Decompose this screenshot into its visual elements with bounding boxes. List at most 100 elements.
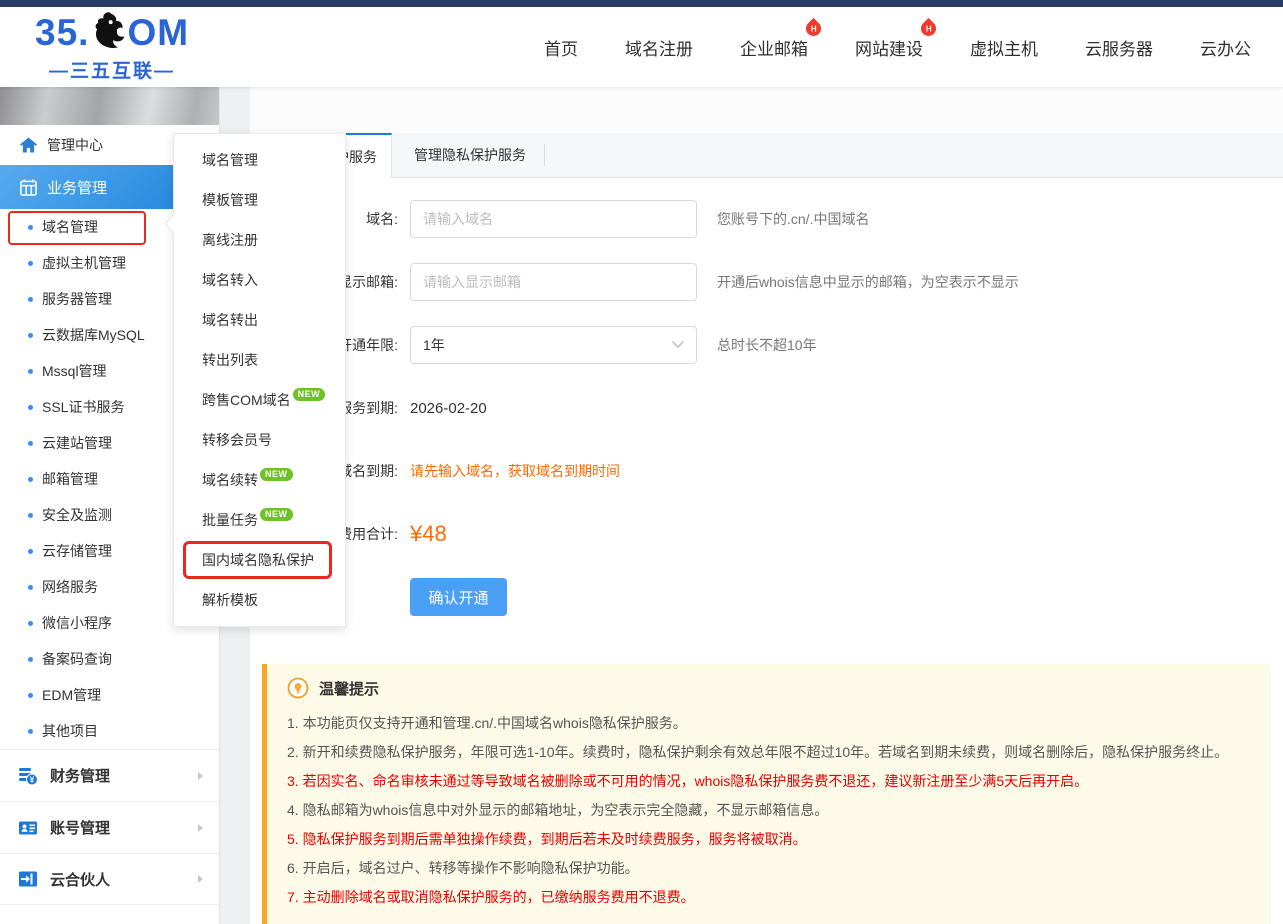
warm-tips-header: 温馨提示	[287, 677, 1251, 699]
sidebar-item-label: Mssql管理	[42, 361, 107, 381]
sidebar-item-label: 管理中心	[47, 135, 103, 155]
flyout-item-dns-template[interactable]: 解析模板	[174, 580, 345, 620]
hot-flame-icon: H	[803, 17, 824, 38]
sidebar-item-label: 虚拟主机管理	[42, 253, 126, 273]
new-badge: NEW	[260, 508, 293, 521]
sidebar-item-label: EDM管理	[42, 685, 101, 705]
tip-item: 6. 开启后，域名过户、转移等操作不影响隐私保护功能。	[287, 854, 1251, 883]
main-nav: 首页 域名注册 企业邮箱H 网站建设H 虚拟主机 云服务器 云办公	[544, 35, 1251, 60]
sidebar-item-label: 备案码查询	[42, 649, 112, 669]
sidebar-item-label: 其他项目	[42, 721, 98, 741]
bullet-icon	[28, 261, 33, 266]
bullet-icon	[28, 405, 33, 410]
display-email-input[interactable]	[410, 263, 697, 301]
account-card-icon	[18, 818, 38, 838]
years-selected-value: 1年	[423, 335, 445, 355]
sidebar-item-edm[interactable]: EDM管理	[0, 677, 219, 713]
bullet-icon	[28, 225, 33, 230]
bullet-icon	[28, 585, 33, 590]
bullet-icon	[28, 729, 33, 734]
bullet-icon	[28, 441, 33, 446]
flyout-item-domestic-domain-privacy[interactable]: 国内域名隐私保护	[174, 540, 345, 580]
nav-item-website-building[interactable]: 网站建设H	[855, 35, 923, 60]
form-row-domain: 域名: 您账号下的.cn/.中国域名	[250, 200, 1283, 238]
chevron-right-icon	[198, 772, 203, 780]
home-icon	[20, 137, 37, 153]
sidebar-item-other-projects[interactable]: 其他项目	[0, 713, 219, 749]
sidebar-item-label: 云存储管理	[42, 541, 112, 561]
nav-item-enterprise-mail[interactable]: 企业邮箱H	[740, 35, 808, 60]
flyout-item-offline-register[interactable]: 离线注册	[174, 220, 345, 260]
sidebar-section-label: 财务管理	[50, 765, 110, 786]
domain-management-flyout-menu: 域名管理 模板管理 离线注册 域名转入 域名转出 转出列表 跨售COM域名NEW…	[173, 133, 346, 627]
sidebar-item-label: 网络服务	[42, 577, 98, 597]
sidebar-section-cloud-partner[interactable]: 云合伙人	[0, 853, 219, 905]
bullet-icon	[28, 477, 33, 482]
flyout-item-domain-transfer-out[interactable]: 域名转出	[174, 300, 345, 340]
flyout-item-domain-management[interactable]: 域名管理	[174, 140, 345, 180]
nav-item-virtual-host[interactable]: 虚拟主机	[970, 35, 1038, 60]
logo-text-left: 35.	[35, 14, 89, 51]
flyout-item-transfer-out-list[interactable]: 转出列表	[174, 340, 345, 380]
bullet-icon	[28, 657, 33, 662]
flyout-item-batch-tasks[interactable]: 批量任务NEW	[174, 500, 345, 540]
sidebar-item-icp-code-query[interactable]: 备案码查询	[0, 641, 219, 677]
bullet-icon	[28, 369, 33, 374]
form-row-service-expiry: 服务到期: 2026-02-20	[250, 389, 1283, 427]
sidebar-item-label: 域名管理	[42, 217, 98, 237]
tab-manage-privacy-service[interactable]: 管理隐私保护服务	[400, 133, 540, 177]
top-accent-bar	[0, 0, 1283, 7]
site-header: 35. OM —三五互联— 首页 域名注册 企业邮箱H 网站建设H 虚拟主机 云…	[0, 7, 1283, 87]
tip-item: 3. 若因实名、命名审核未通过等导致域名被删除或不可用的情况，whois隐私保护…	[287, 767, 1251, 796]
bullet-icon	[28, 693, 33, 698]
hot-flame-icon: H	[918, 17, 939, 38]
privacy-open-form: 域名: 您账号下的.cn/.中国域名 显示邮箱: 开通后whois信息中显示的邮…	[250, 178, 1283, 641]
years-select[interactable]: 1年	[410, 326, 697, 364]
finance-coins-icon: ¥	[18, 766, 38, 786]
sidebar-item-label: 云建站管理	[42, 433, 112, 453]
lightbulb-icon	[287, 677, 309, 699]
bullet-icon	[28, 513, 33, 518]
nav-item-cloud-office[interactable]: 云办公	[1200, 35, 1251, 60]
confirm-open-button[interactable]: 确认开通	[410, 578, 507, 616]
dragon-logo-icon	[90, 11, 126, 53]
flyout-item-domain-renew-transfer[interactable]: 域名续转NEW	[174, 460, 345, 500]
bullet-icon	[28, 333, 33, 338]
nav-item-domain-register[interactable]: 域名注册	[625, 35, 693, 60]
form-row-years: 开通年限: 1年 总时长不超10年	[250, 326, 1283, 364]
sidebar-item-label: 微信小程序	[42, 613, 112, 633]
warm-tips-title: 温馨提示	[319, 678, 379, 699]
sidebar-section-label: 账号管理	[50, 817, 110, 838]
sidebar-banner-image	[0, 87, 219, 125]
display-email-hint: 开通后whois信息中显示的邮箱，为空表示不显示	[717, 272, 1019, 292]
flyout-item-template-management[interactable]: 模板管理	[174, 180, 345, 220]
domain-hint: 您账号下的.cn/.中国域名	[717, 209, 869, 229]
partner-arrow-icon	[18, 869, 38, 889]
calendar-grid-icon	[20, 179, 37, 196]
tip-item: 2. 新开和续费隐私保护服务，年限可选1-10年。续费时，隐私保护剩余有效总年限…	[287, 738, 1251, 767]
sidebar-section-finance[interactable]: ¥ 财务管理	[0, 749, 219, 801]
total-fee-value: ¥48	[410, 521, 447, 547]
sidebar-section-account[interactable]: 账号管理	[0, 801, 219, 853]
domain-input[interactable]	[410, 200, 697, 238]
sidebar-item-label: SSL证书服务	[42, 397, 124, 417]
nav-item-home[interactable]: 首页	[544, 35, 578, 60]
nav-item-cloud-server[interactable]: 云服务器	[1085, 35, 1153, 60]
flyout-item-domain-transfer-in[interactable]: 域名转入	[174, 260, 345, 300]
bullet-icon	[28, 297, 33, 302]
new-badge: NEW	[293, 388, 326, 401]
flyout-item-transfer-member-id[interactable]: 转移会员号	[174, 420, 345, 460]
svg-text:¥: ¥	[30, 775, 35, 784]
sidebar-item-label: 云数据库MySQL	[42, 325, 145, 345]
flyout-item-cross-sell-com-domain[interactable]: 跨售COM域名NEW	[174, 380, 345, 420]
bullet-icon	[28, 621, 33, 626]
new-badge: NEW	[260, 468, 293, 481]
tab-bar: 开通隐私保护服务 管理隐私保护服务	[250, 133, 1283, 178]
sidebar-item-label: 安全及监测	[42, 505, 112, 525]
logo-subtitle: —三五互联—	[35, 56, 189, 83]
form-row-display-email: 显示邮箱: 开通后whois信息中显示的邮箱，为空表示不显示	[250, 263, 1283, 301]
sidebar-section-label: 云合伙人	[50, 869, 110, 890]
site-logo[interactable]: 35. OM —三五互联—	[35, 11, 189, 83]
chevron-down-icon	[672, 341, 684, 349]
domain-expiry-value: 请先输入域名，获取域名到期时间	[410, 461, 620, 481]
